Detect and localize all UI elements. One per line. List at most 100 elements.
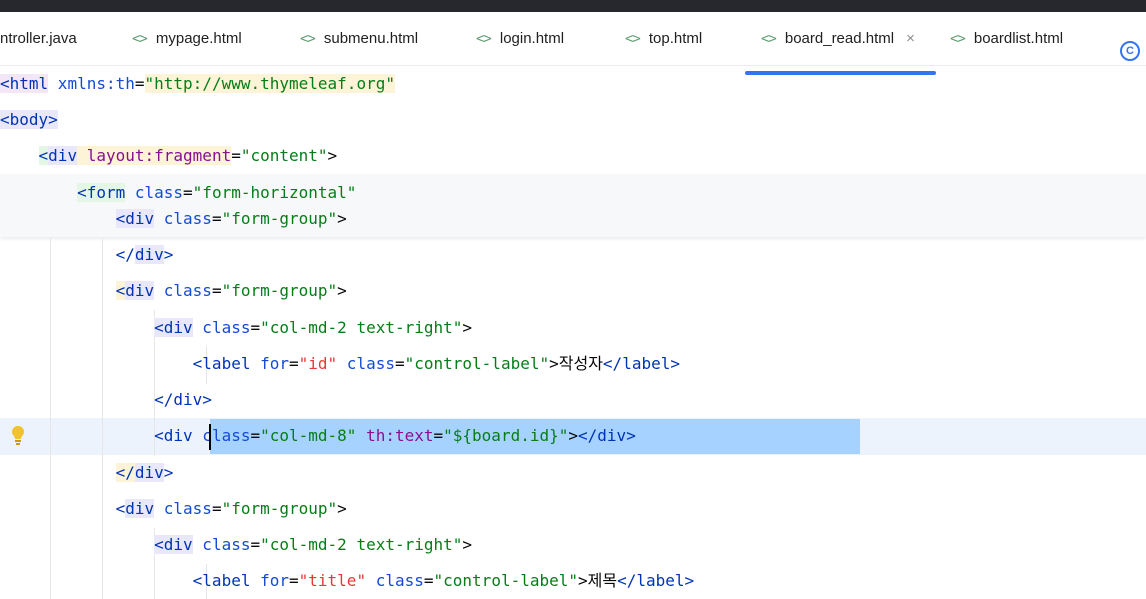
code-token: = (211, 281, 222, 300)
code-token: < (192, 571, 203, 590)
code-line-11[interactable]: <div class="col-md-8" th:text="${board.i… (0, 418, 636, 454)
code-token: </ (578, 426, 598, 445)
code-token: > (670, 354, 680, 373)
tab-top-html[interactable]: <> top.html (625, 12, 702, 65)
code-token: = (289, 354, 299, 373)
code-line-10[interactable]: </div> (0, 382, 212, 418)
code-token: label (636, 571, 685, 590)
code-token: = (183, 183, 193, 202)
tab-boardlist-html[interactable]: <> boardlist.html (950, 12, 1063, 65)
tab-label: board_read.html (784, 30, 895, 47)
code-token: form (86, 183, 126, 202)
code-token: class (154, 499, 212, 518)
code-token: = (394, 354, 405, 373)
code-token: "col-md-8" (260, 426, 357, 445)
code-token: = (134, 74, 145, 93)
code-token: class (154, 281, 212, 300)
code-line-1[interactable]: <html xmlns:th="http://www.thymeleaf.org… (0, 66, 395, 102)
code-token: </ (617, 571, 637, 590)
code-token: div (134, 463, 164, 482)
code-token: < (0, 110, 10, 129)
tab-login-html[interactable]: <> login.html (476, 12, 564, 65)
tab-submenu-html[interactable]: <> submenu.html (300, 12, 418, 65)
code-token: = (211, 499, 222, 518)
code-line-8[interactable]: <div class="col-md-2 text-right"> (0, 310, 472, 346)
code-token: class (366, 571, 424, 590)
code-token: < (154, 318, 164, 337)
code-token: for (250, 571, 289, 590)
tab-board-read-html[interactable]: <> board_read.html × (761, 12, 915, 65)
code-line-3[interactable]: <div layout:fragment="content"> (0, 138, 337, 174)
tab-label: boardlist.html (973, 30, 1064, 47)
code-token: label (622, 354, 671, 373)
code-token: div (125, 281, 155, 300)
tab-label: mypage.html (155, 30, 242, 47)
code-token: > (578, 571, 588, 590)
editor-tab-bar: ntroller.java <> mypage.html <> submenu.… (0, 12, 1146, 75)
code-token: = (289, 571, 299, 590)
tab-label: login.html (499, 30, 565, 47)
code-token: "form-group" (221, 499, 338, 518)
code-token: 작성자 (558, 354, 603, 373)
copyright-icon[interactable]: C (1120, 41, 1140, 61)
code-line-9[interactable]: <label for="id" class="control-label">작성… (0, 346, 680, 382)
code-token: "col-md-2 text-right" (260, 318, 463, 337)
code-token: div (163, 426, 193, 445)
code-token: </ (115, 463, 135, 482)
code-token: > (684, 571, 695, 590)
code-line-2[interactable]: <body> (0, 102, 58, 138)
code-line-7[interactable]: <div class="form-group"> (0, 273, 347, 309)
code-token: < (192, 354, 203, 373)
code-token: xmlns:th (48, 74, 135, 93)
code-token: div (163, 535, 193, 554)
code-token: div (125, 209, 155, 228)
code-line-15[interactable]: <label for="title" class="control-label"… (0, 563, 695, 599)
html-file-icon: <> (132, 30, 148, 47)
code-line-13[interactable]: <div class="form-group"> (0, 491, 347, 527)
code-line-12[interactable]: </div> (0, 455, 173, 491)
code-token: </ (602, 354, 623, 373)
html-file-icon: <> (300, 30, 316, 47)
code-line-5[interactable]: <div class="form-group"> (0, 201, 347, 237)
code-token: > (327, 146, 338, 165)
code-token: > (202, 390, 212, 409)
code-token: "form-group" (221, 209, 338, 228)
code-token: div (134, 245, 164, 264)
close-icon[interactable]: × (906, 30, 915, 47)
code-token: div (173, 390, 203, 409)
code-token: "${board.id}" (443, 426, 569, 445)
tab-label: top.html (648, 30, 703, 47)
code-token: "control-label" (404, 354, 550, 373)
code-token: label (202, 571, 251, 590)
code-token: < (38, 146, 49, 165)
html-file-icon: <> (950, 30, 966, 47)
code-token: > (48, 110, 58, 129)
code-token: > (163, 245, 174, 264)
html-file-icon: <> (761, 30, 777, 47)
window-title-bar (0, 0, 1146, 12)
tab-controller-java[interactable]: ntroller.java (0, 12, 77, 65)
code-token: < (77, 183, 87, 202)
code-token: > (337, 209, 347, 228)
code-line-14[interactable]: <div class="col-md-2 text-right"> (0, 527, 472, 563)
tab-mypage-html[interactable]: <> mypage.html (132, 12, 242, 65)
code-token: class (154, 209, 212, 228)
code-token: class (337, 354, 395, 373)
code-token: "form-group" (221, 281, 338, 300)
code-line-6[interactable]: </div> (0, 237, 173, 273)
code-token: < (115, 281, 126, 300)
code-token: < (0, 74, 10, 93)
code-token: < (115, 209, 126, 228)
code-token: > (568, 426, 579, 445)
html-file-icon: <> (625, 30, 641, 47)
code-token: div (163, 318, 193, 337)
